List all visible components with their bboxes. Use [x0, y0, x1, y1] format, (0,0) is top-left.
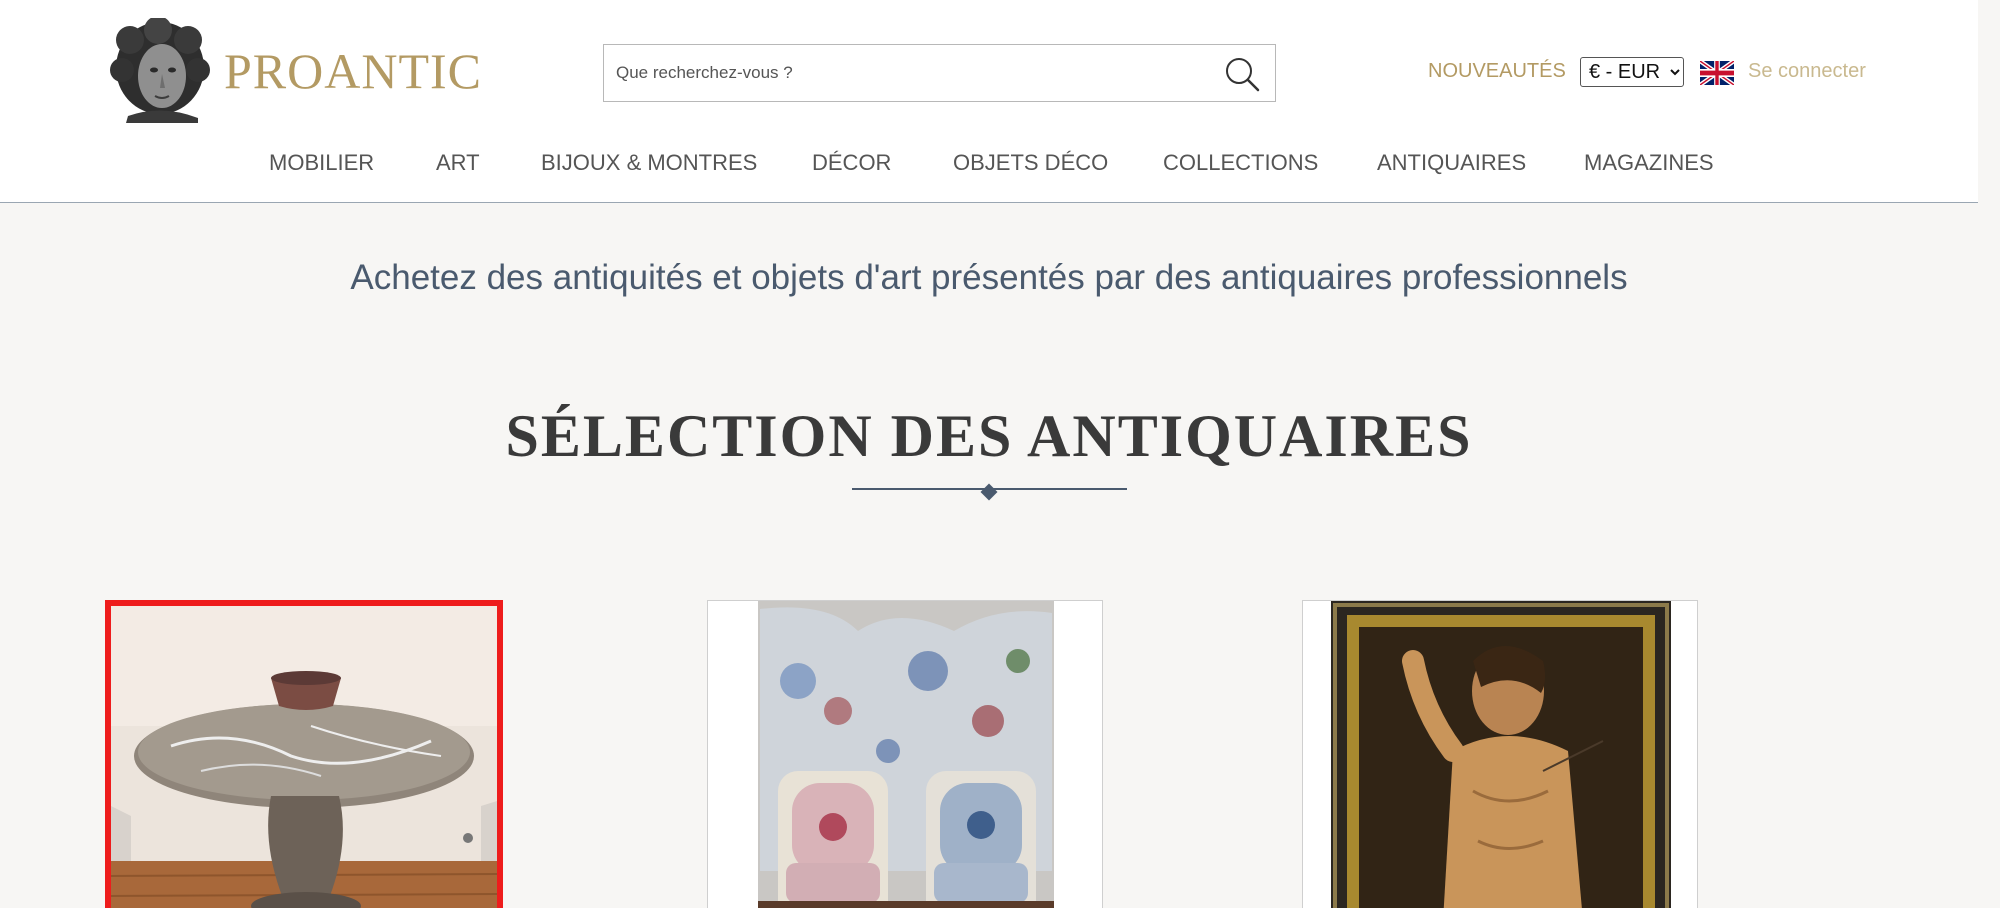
nav-item-art[interactable]: ART — [436, 150, 480, 176]
brand-logo[interactable]: PROANTIC — [108, 18, 482, 123]
site-header: PROANTIC NOUVEAUTÉS € - EUR Se connecter… — [0, 0, 1978, 203]
tagline: Achetez des antiquités et objets d'art p… — [350, 258, 1628, 297]
screen-armchairs-image — [708, 601, 1102, 908]
search-input[interactable] — [604, 45, 1204, 101]
login-link[interactable]: Se connecter — [1748, 60, 1866, 83]
main-nav: MOBILIER ART BIJOUX & MONTRES DÉCOR OBJE… — [0, 150, 1978, 180]
section-title: SÉLECTION DES ANTIQUAIRES — [505, 403, 1473, 469]
search-bar — [603, 44, 1276, 102]
search-icon[interactable] — [1223, 55, 1261, 93]
title-divider-ornament — [980, 483, 998, 501]
nav-item-decor[interactable]: DÉCOR — [812, 150, 891, 176]
nav-item-antiquaires[interactable]: ANTIQUAIRES — [1377, 150, 1526, 176]
nav-item-collections[interactable]: COLLECTIONS — [1163, 150, 1318, 176]
bust-logo-icon — [110, 18, 210, 123]
product-card-screen-armchairs[interactable] — [707, 600, 1103, 908]
currency-select[interactable]: € - EUR — [1580, 57, 1684, 87]
nav-item-mobilier[interactable]: MOBILIER — [269, 150, 374, 176]
marble-table-image — [111, 606, 497, 908]
product-card-saint-sebastian[interactable] — [1302, 600, 1698, 908]
nouveautes-link[interactable]: NOUVEAUTÉS — [1428, 60, 1566, 83]
nav-item-magazines[interactable]: MAGAZINES — [1584, 150, 1714, 176]
saint-sebastian-painting-image — [1303, 601, 1697, 908]
uk-flag-icon[interactable] — [1700, 61, 1734, 85]
nav-item-bijoux-montres[interactable]: BIJOUX & MONTRES — [541, 150, 757, 176]
brand-name: PROANTIC — [224, 42, 483, 99]
nav-item-objets-deco[interactable]: OBJETS DÉCO — [953, 150, 1108, 176]
product-card-marble-table[interactable] — [105, 600, 503, 908]
